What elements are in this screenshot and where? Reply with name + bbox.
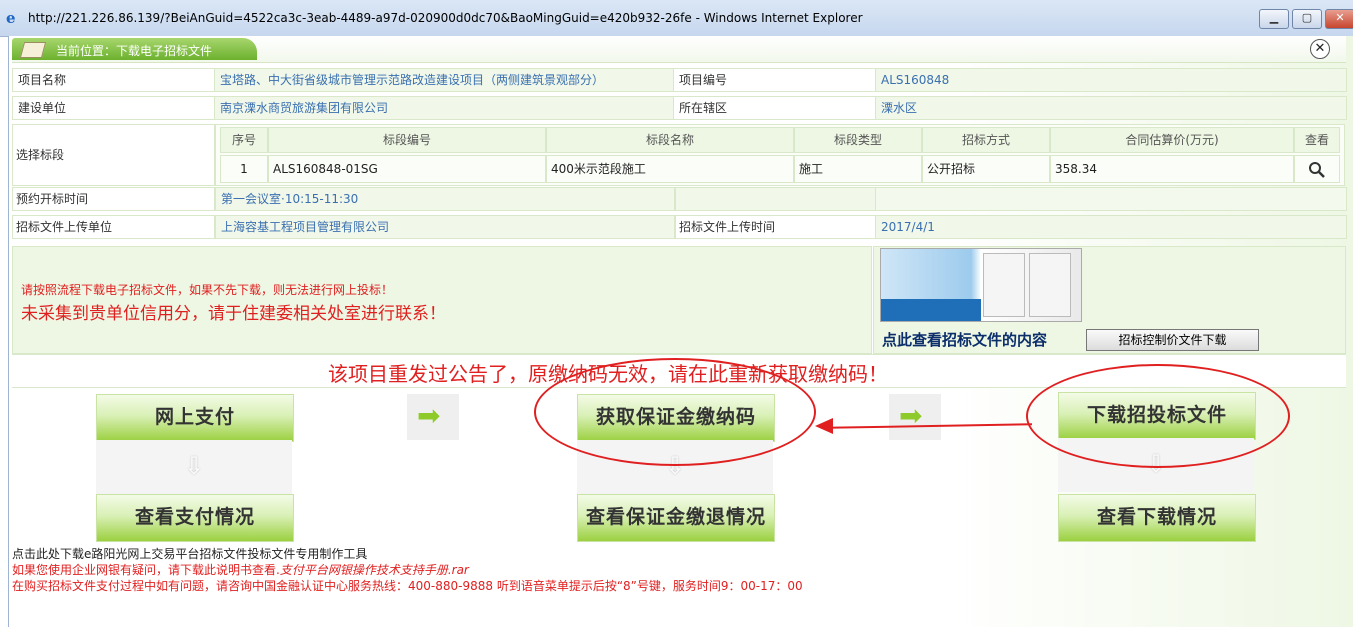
- arrow-right-icon: ➡: [889, 394, 941, 440]
- project-no-label: 项目编号: [673, 68, 876, 92]
- section-label: 选择标段: [12, 124, 215, 186]
- footer-tool-download-link[interactable]: 点击此处下载e路阳光网上交易平台招标文件投标文件专用制作工具: [12, 545, 367, 562]
- open-time-label: 预约开标时间: [12, 187, 215, 211]
- breadcrumb-text: 当前位置：下载电子招标文件: [56, 44, 213, 58]
- open-time-value: 第一会议室·10:15-11:30: [215, 187, 675, 211]
- project-name-value: 宝塔路、中大街省级城市管理示范路改造建设项目（两侧建筑景观部分）: [214, 68, 674, 92]
- minimize-button[interactable]: ▁: [1259, 9, 1289, 29]
- cell-type: 施工: [794, 155, 922, 183]
- arrow-down-icon: ⇩: [184, 452, 205, 480]
- uploader-label: 招标文件上传单位: [12, 215, 215, 239]
- th-no: 序号: [220, 127, 268, 153]
- upload-time-value: 2017/4/1: [875, 215, 1347, 239]
- window-close-button[interactable]: ✕: [1325, 9, 1353, 29]
- footer-bank-help: 如果您使用企业网银有疑问，请下载此说明书查看.支付平台网银操作技术支持手册.ra…: [12, 561, 469, 578]
- document-preview-image[interactable]: [880, 248, 1082, 322]
- district-value: 溧水区: [875, 96, 1347, 120]
- district-label: 所在辖区: [673, 96, 876, 120]
- view-deposit-refund-button[interactable]: 查看保证金缴退情况: [577, 494, 775, 542]
- cell-no: 1: [220, 155, 268, 183]
- manual-download-link[interactable]: 支付平台网银操作技术支持手册.rar: [280, 563, 469, 577]
- sections-table: 序号 标段编号 标段名称 标段类型 招标方式 合同估算价(万元) 查看 1 AL…: [215, 124, 1345, 186]
- project-name-label: 项目名称: [12, 68, 215, 92]
- preview-box: 点此查看招标文件的内容 招标控制价文件下载: [873, 246, 1346, 354]
- builder-value: 南京溧水商贸旅游集团有限公司: [214, 96, 674, 120]
- close-icon[interactable]: ✕: [1310, 39, 1330, 59]
- arrow-right-icon: ➡: [407, 394, 459, 440]
- document-icon: [19, 42, 47, 58]
- upload-time-label: 招标文件上传时间: [675, 215, 876, 239]
- th-method: 招标方式: [922, 127, 1050, 153]
- annotation-oval: [534, 358, 816, 466]
- pay-online-button[interactable]: 网上支付: [96, 394, 294, 442]
- annotation-arrow-head: [815, 418, 833, 434]
- ie-logo-icon: e: [6, 9, 16, 27]
- message-line-1: 请按照流程下载电子招标文件，如果不先下载，则无法进行网上投标！: [21, 283, 394, 297]
- message-line-2: 未采集到贵单位信用分，请于住建委相关处室进行联系！: [21, 304, 446, 324]
- cell-method: 公开招标: [922, 155, 1050, 183]
- th-type: 标段类型: [794, 127, 922, 153]
- page-content: 当前位置：下载电子招标文件 ✕ 项目名称 宝塔路、中大街省级城市管理示范路改造建…: [8, 36, 1353, 627]
- th-view: 查看: [1294, 127, 1340, 153]
- view-payment-button[interactable]: 查看支付情况: [96, 494, 294, 542]
- window-titlebar: e http://221.226.86.139/?BeiAnGuid=4522c…: [0, 0, 1353, 37]
- download-control-price-button[interactable]: 招标控制价文件下载: [1086, 329, 1259, 351]
- view-download-button[interactable]: 查看下载情况: [1058, 494, 1256, 542]
- project-no-value: ALS160848: [875, 68, 1347, 92]
- search-icon[interactable]: [1294, 155, 1340, 183]
- builder-label: 建设单位: [12, 96, 215, 120]
- footer-bank-help-text: 如果您使用企业网银有疑问，请下载此说明书查看.: [12, 563, 280, 577]
- breadcrumb: 当前位置：下载电子招标文件: [12, 38, 257, 60]
- window-title: http://221.226.86.139/?BeiAnGuid=4522ca3…: [28, 11, 863, 25]
- cell-price: 358.34: [1050, 155, 1294, 183]
- cell-code: ALS160848-01SG: [268, 155, 546, 183]
- cell-name: 400米示范段施工: [546, 155, 794, 183]
- uploader-value: 上海容基工程项目管理有限公司: [215, 215, 675, 239]
- message-box: 请按照流程下载电子招标文件，如果不先下载，则无法进行网上投标！ 未采集到贵单位信…: [12, 246, 872, 354]
- maximize-button[interactable]: ▢: [1292, 9, 1322, 29]
- preview-caption[interactable]: 点此查看招标文件的内容: [882, 329, 1047, 350]
- th-price: 合同估算价(万元): [1050, 127, 1294, 153]
- breadcrumb-bar: 当前位置：下载电子招标文件 ✕: [12, 36, 1346, 63]
- th-code: 标段编号: [268, 127, 546, 153]
- th-name: 标段名称: [546, 127, 794, 153]
- footer-hotline: 在购买招标文件支付过程中如有问题，请咨询中国金融认证中心服务热线：400-880…: [12, 579, 803, 593]
- annotation-oval: [1026, 364, 1290, 468]
